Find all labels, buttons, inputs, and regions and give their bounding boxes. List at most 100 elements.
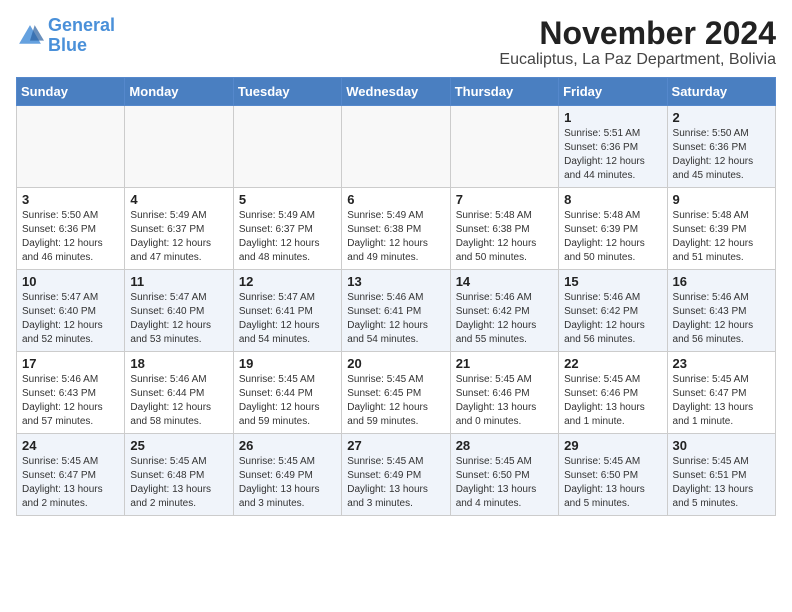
day-info: Sunrise: 5:46 AM Sunset: 6:43 PM Dayligh… <box>673 291 770 347</box>
day-number: 1 <box>564 110 661 125</box>
calendar-cell: 27 Sunrise: 5:45 AM Sunset: 6:49 PM Dayli… <box>342 434 450 516</box>
day-number: 17 <box>22 356 119 371</box>
calendar-cell: 19 Sunrise: 5:45 AM Sunset: 6:44 PM Dayli… <box>233 352 341 434</box>
day-number: 10 <box>22 274 119 289</box>
calendar-cell: 28Sunrise: 5:45 AM Sunset: 6:50 PM Dayli… <box>450 434 558 516</box>
weekday-header: Tuesday <box>233 78 341 106</box>
day-info: Sunrise: 5:46 AM Sunset: 6:44 PM Dayligh… <box>130 373 227 429</box>
calendar-cell: 23 Sunrise: 5:45 AM Sunset: 6:47 PM Dayli… <box>667 352 775 434</box>
calendar-cell: 12 Sunrise: 5:47 AM Sunset: 6:41 PM Dayli… <box>233 270 341 352</box>
calendar-cell <box>17 106 125 188</box>
location-subtitle: Eucaliptus, La Paz Department, Bolivia <box>499 51 776 69</box>
day-number: 8 <box>564 192 661 207</box>
day-number: 23 <box>673 356 770 371</box>
calendar-cell: 9 Sunrise: 5:48 AM Sunset: 6:39 PM Daylig… <box>667 188 775 270</box>
day-info: Sunrise: 5:46 AM Sunset: 6:42 PM Dayligh… <box>564 291 661 347</box>
calendar-cell <box>450 106 558 188</box>
day-info: Sunrise: 5:48 AM Sunset: 6:39 PM Dayligh… <box>673 209 770 265</box>
calendar-cell: 5 Sunrise: 5:49 AM Sunset: 6:37 PM Daylig… <box>233 188 341 270</box>
calendar-table: SundayMondayTuesdayWednesdayThursdayFrid… <box>16 77 776 516</box>
calendar-cell: 14Sunrise: 5:46 AM Sunset: 6:42 PM Dayli… <box>450 270 558 352</box>
day-number: 26 <box>239 438 336 453</box>
calendar-week-row: 3Sunrise: 5:50 AM Sunset: 6:36 PM Daylig… <box>17 188 776 270</box>
day-info: Sunrise: 5:49 AM Sunset: 6:38 PM Dayligh… <box>347 209 444 265</box>
calendar-cell: 20Sunrise: 5:45 AM Sunset: 6:45 PM Dayli… <box>342 352 450 434</box>
calendar-cell: 25 Sunrise: 5:45 AM Sunset: 6:48 PM Dayli… <box>125 434 233 516</box>
calendar-cell: 6Sunrise: 5:49 AM Sunset: 6:38 PM Daylig… <box>342 188 450 270</box>
day-info: Sunrise: 5:45 AM Sunset: 6:46 PM Dayligh… <box>456 373 553 429</box>
calendar-cell <box>125 106 233 188</box>
day-number: 28 <box>456 438 553 453</box>
calendar-cell: 26 Sunrise: 5:45 AM Sunset: 6:49 PM Dayli… <box>233 434 341 516</box>
weekday-header-row: SundayMondayTuesdayWednesdayThursdayFrid… <box>17 78 776 106</box>
day-number: 18 <box>130 356 227 371</box>
calendar-cell <box>233 106 341 188</box>
page-header: General Blue November 2024 Eucaliptus, L… <box>16 16 776 69</box>
calendar-cell: 11 Sunrise: 5:47 AM Sunset: 6:40 PM Dayli… <box>125 270 233 352</box>
day-info: Sunrise: 5:45 AM Sunset: 6:47 PM Dayligh… <box>673 373 770 429</box>
logo: General Blue <box>16 16 115 56</box>
day-number: 5 <box>239 192 336 207</box>
day-info: Sunrise: 5:46 AM Sunset: 6:41 PM Dayligh… <box>347 291 444 347</box>
calendar-week-row: 10 Sunrise: 5:47 AM Sunset: 6:40 PM Dayli… <box>17 270 776 352</box>
day-info: Sunrise: 5:46 AM Sunset: 6:43 PM Dayligh… <box>22 373 119 429</box>
calendar-cell: 2 Sunrise: 5:50 AM Sunset: 6:36 PM Daylig… <box>667 106 775 188</box>
calendar-week-row: 24Sunrise: 5:45 AM Sunset: 6:47 PM Dayli… <box>17 434 776 516</box>
day-info: Sunrise: 5:45 AM Sunset: 6:51 PM Dayligh… <box>673 455 770 511</box>
day-info: Sunrise: 5:47 AM Sunset: 6:40 PM Dayligh… <box>22 291 119 347</box>
title-area: November 2024 Eucaliptus, La Paz Departm… <box>499 16 776 69</box>
calendar-cell: 29 Sunrise: 5:45 AM Sunset: 6:50 PM Dayli… <box>559 434 667 516</box>
calendar-cell: 10 Sunrise: 5:47 AM Sunset: 6:40 PM Dayli… <box>17 270 125 352</box>
day-info: Sunrise: 5:45 AM Sunset: 6:50 PM Dayligh… <box>564 455 661 511</box>
day-number: 25 <box>130 438 227 453</box>
month-title: November 2024 <box>499 16 776 51</box>
calendar-cell: 24Sunrise: 5:45 AM Sunset: 6:47 PM Dayli… <box>17 434 125 516</box>
calendar-cell: 15 Sunrise: 5:46 AM Sunset: 6:42 PM Dayli… <box>559 270 667 352</box>
weekday-header: Saturday <box>667 78 775 106</box>
day-info: Sunrise: 5:48 AM Sunset: 6:39 PM Dayligh… <box>564 209 661 265</box>
calendar-cell: 1 Sunrise: 5:51 AM Sunset: 6:36 PM Daylig… <box>559 106 667 188</box>
day-info: Sunrise: 5:48 AM Sunset: 6:38 PM Dayligh… <box>456 209 553 265</box>
calendar-cell: 8 Sunrise: 5:48 AM Sunset: 6:39 PM Daylig… <box>559 188 667 270</box>
day-number: 9 <box>673 192 770 207</box>
day-info: Sunrise: 5:47 AM Sunset: 6:41 PM Dayligh… <box>239 291 336 347</box>
calendar-cell: 21 Sunrise: 5:45 AM Sunset: 6:46 PM Dayli… <box>450 352 558 434</box>
day-number: 12 <box>239 274 336 289</box>
day-number: 22 <box>564 356 661 371</box>
day-number: 4 <box>130 192 227 207</box>
day-info: Sunrise: 5:45 AM Sunset: 6:46 PM Dayligh… <box>564 373 661 429</box>
logo-icon <box>16 22 44 50</box>
calendar-cell: 30Sunrise: 5:45 AM Sunset: 6:51 PM Dayli… <box>667 434 775 516</box>
calendar-cell: 3Sunrise: 5:50 AM Sunset: 6:36 PM Daylig… <box>17 188 125 270</box>
weekday-header: Thursday <box>450 78 558 106</box>
day-number: 27 <box>347 438 444 453</box>
calendar-cell <box>342 106 450 188</box>
day-number: 21 <box>456 356 553 371</box>
day-info: Sunrise: 5:45 AM Sunset: 6:49 PM Dayligh… <box>239 455 336 511</box>
calendar-cell: 7Sunrise: 5:48 AM Sunset: 6:38 PM Daylig… <box>450 188 558 270</box>
day-info: Sunrise: 5:50 AM Sunset: 6:36 PM Dayligh… <box>22 209 119 265</box>
weekday-header: Friday <box>559 78 667 106</box>
day-number: 15 <box>564 274 661 289</box>
day-number: 14 <box>456 274 553 289</box>
logo-text: General Blue <box>48 16 115 56</box>
calendar-cell: 17 Sunrise: 5:46 AM Sunset: 6:43 PM Dayli… <box>17 352 125 434</box>
day-info: Sunrise: 5:47 AM Sunset: 6:40 PM Dayligh… <box>130 291 227 347</box>
calendar-week-row: 17 Sunrise: 5:46 AM Sunset: 6:43 PM Dayli… <box>17 352 776 434</box>
weekday-header: Monday <box>125 78 233 106</box>
day-info: Sunrise: 5:45 AM Sunset: 6:48 PM Dayligh… <box>130 455 227 511</box>
day-info: Sunrise: 5:49 AM Sunset: 6:37 PM Dayligh… <box>239 209 336 265</box>
day-number: 29 <box>564 438 661 453</box>
day-info: Sunrise: 5:51 AM Sunset: 6:36 PM Dayligh… <box>564 127 661 183</box>
calendar-cell: 22 Sunrise: 5:45 AM Sunset: 6:46 PM Dayli… <box>559 352 667 434</box>
day-number: 20 <box>347 356 444 371</box>
weekday-header: Sunday <box>17 78 125 106</box>
day-number: 11 <box>130 274 227 289</box>
calendar-cell: 13Sunrise: 5:46 AM Sunset: 6:41 PM Dayli… <box>342 270 450 352</box>
day-info: Sunrise: 5:50 AM Sunset: 6:36 PM Dayligh… <box>673 127 770 183</box>
day-info: Sunrise: 5:45 AM Sunset: 6:49 PM Dayligh… <box>347 455 444 511</box>
calendar-cell: 16Sunrise: 5:46 AM Sunset: 6:43 PM Dayli… <box>667 270 775 352</box>
day-number: 2 <box>673 110 770 125</box>
day-info: Sunrise: 5:45 AM Sunset: 6:44 PM Dayligh… <box>239 373 336 429</box>
day-number: 19 <box>239 356 336 371</box>
